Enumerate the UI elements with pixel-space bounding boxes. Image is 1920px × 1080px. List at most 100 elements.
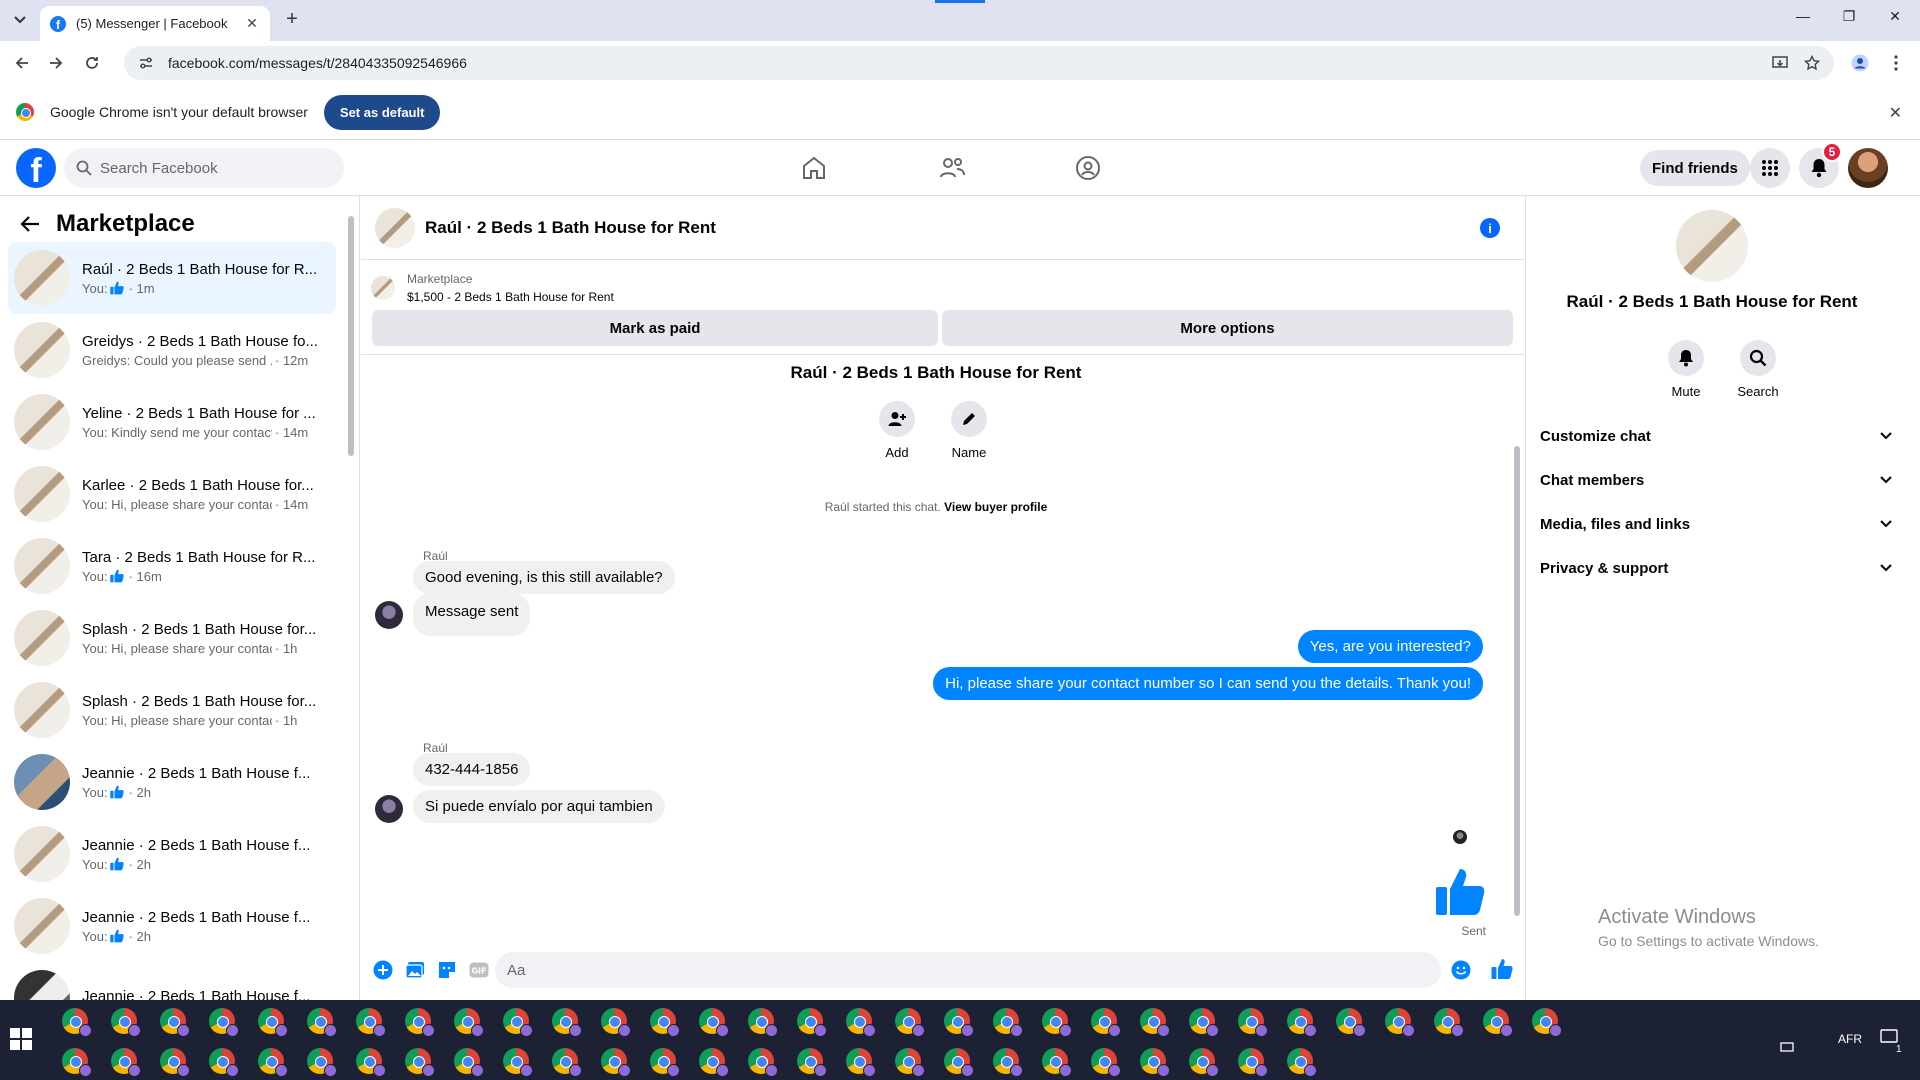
chrome-taskbar-icon[interactable] [1140, 1008, 1170, 1037]
sent-like-icon[interactable] [1435, 865, 1485, 917]
chrome-taskbar-icon[interactable] [699, 1048, 729, 1077]
back-arrow-icon[interactable] [10, 51, 34, 75]
chrome-taskbar-icon[interactable] [1336, 1008, 1366, 1037]
conversation-item[interactable]: Jeannie · 2 Beds 1 Bath House f... [8, 962, 336, 1000]
menu-grid-icon[interactable] [1750, 148, 1790, 188]
conversation-avatar[interactable] [1676, 210, 1748, 282]
chrome-taskbar-icon[interactable] [699, 1008, 729, 1037]
chrome-taskbar-icon[interactable] [1287, 1008, 1317, 1037]
chrome-taskbar-icon[interactable] [1238, 1008, 1268, 1037]
chrome-taskbar-icon[interactable] [748, 1008, 778, 1037]
chrome-taskbar-icon[interactable] [1189, 1008, 1219, 1037]
chrome-taskbar-icon[interactable] [1385, 1008, 1415, 1037]
chrome-taskbar-icon[interactable] [1042, 1008, 1072, 1037]
chrome-taskbar-icon[interactable] [209, 1008, 239, 1037]
conversation-item[interactable]: Raúl · 2 Beds 1 Bath House for R... You: ·… [8, 242, 336, 314]
view-buyer-profile-link[interactable]: View buyer profile [944, 500, 1047, 514]
conversation-item[interactable]: Jeannie · 2 Beds 1 Bath House f... You: · … [8, 818, 336, 890]
chrome-taskbar-icon[interactable] [895, 1008, 925, 1037]
network-icon[interactable] [1780, 1040, 1794, 1054]
chrome-taskbar-icon[interactable] [258, 1008, 288, 1037]
chrome-taskbar-icon[interactable] [160, 1048, 190, 1077]
media-files-links-section[interactable]: Media, files and links [1540, 506, 1892, 542]
chrome-taskbar-icon[interactable] [405, 1048, 435, 1077]
chrome-taskbar-icon[interactable] [356, 1008, 386, 1037]
conversation-item[interactable]: Splash · 2 Beds 1 Bath House for... You: … [8, 674, 336, 746]
conversation-item[interactable]: Jeannie · 2 Beds 1 Bath House f... You: · … [8, 746, 336, 818]
back-arrow-icon[interactable] [20, 215, 40, 233]
chrome-taskbar-icon[interactable] [1483, 1008, 1513, 1037]
chrome-taskbar-icon[interactable] [62, 1008, 92, 1037]
close-window-button[interactable]: ✕ [1872, 8, 1918, 25]
chrome-taskbar-icon[interactable] [1287, 1048, 1317, 1077]
chrome-taskbar-icon[interactable] [1238, 1048, 1268, 1077]
chrome-taskbar-icon[interactable] [111, 1008, 141, 1037]
chat-avatar[interactable] [375, 207, 415, 248]
outgoing-message[interactable]: Yes, are you interested? [1297, 630, 1483, 663]
windows-start-icon[interactable] [10, 1028, 34, 1052]
chrome-taskbar-icon[interactable] [1091, 1008, 1121, 1037]
chrome-taskbar-icon[interactable] [1140, 1048, 1170, 1077]
chrome-taskbar-icon[interactable] [405, 1008, 435, 1037]
plus-circle-icon[interactable] [373, 960, 393, 980]
chrome-taskbar-icon[interactable] [209, 1048, 239, 1077]
chrome-taskbar-icon[interactable] [503, 1008, 533, 1037]
chrome-menu-icon[interactable] [1884, 51, 1908, 75]
gif-icon[interactable]: GIF [469, 960, 489, 980]
tab-search-chevron-icon[interactable] [8, 8, 32, 32]
chrome-taskbar-icon[interactable] [307, 1008, 337, 1037]
chrome-taskbar-icon[interactable] [356, 1048, 386, 1077]
chrome-taskbar-icon[interactable] [454, 1008, 484, 1037]
chrome-taskbar-icon[interactable] [993, 1048, 1023, 1077]
find-friends-button[interactable]: Find friends [1640, 150, 1750, 186]
chrome-taskbar-icon[interactable] [797, 1008, 827, 1037]
chrome-taskbar-icon[interactable] [895, 1048, 925, 1077]
privacy-support-section[interactable]: Privacy & support [1540, 550, 1892, 586]
account-avatar[interactable] [1848, 148, 1888, 188]
chat-members-section[interactable]: Chat members [1540, 462, 1892, 498]
incoming-message[interactable]: Si puede envíalo por aqui tambien [413, 790, 665, 823]
chrome-taskbar-icon[interactable] [650, 1048, 680, 1077]
listing-card[interactable]: Marketplace $1,500 - 2 Beds 1 Bath House… [371, 268, 1511, 308]
chrome-taskbar-icon[interactable] [503, 1048, 533, 1077]
conversation-item[interactable]: Karlee · 2 Beds 1 Bath House for... You: … [8, 458, 336, 530]
sidebar-scroll-thumb[interactable] [348, 216, 354, 456]
info-icon[interactable]: i [1480, 218, 1500, 238]
conversation-item[interactable]: Yeline · 2 Beds 1 Bath House for ... You:… [8, 386, 336, 458]
chrome-taskbar-icon[interactable] [748, 1048, 778, 1077]
chat-scroll-thumb[interactable] [1514, 446, 1520, 916]
chrome-taskbar-icon[interactable] [944, 1008, 974, 1037]
chrome-taskbar-icon[interactable] [307, 1048, 337, 1077]
sender-avatar[interactable] [375, 795, 403, 823]
edit-name-button[interactable]: Name [939, 401, 999, 460]
chat-scrollbar[interactable] [1511, 356, 1523, 930]
chrome-taskbar-icon[interactable] [552, 1048, 582, 1077]
chrome-taskbar-icon[interactable] [993, 1008, 1023, 1037]
chrome-taskbar-icon[interactable] [650, 1008, 680, 1037]
conversation-item[interactable]: Splash · 2 Beds 1 Bath House for... You: … [8, 602, 336, 674]
sticker-icon[interactable] [437, 960, 457, 980]
chrome-taskbar-icon[interactable] [1189, 1048, 1219, 1077]
chrome-taskbar-icon[interactable] [846, 1008, 876, 1037]
bookmark-star-icon[interactable] [1800, 51, 1824, 75]
tab-close-icon[interactable]: ✕ [244, 15, 260, 32]
incoming-message[interactable]: Message sent [413, 593, 531, 636]
forward-arrow-icon[interactable] [44, 51, 68, 75]
chrome-taskbar-icon[interactable] [601, 1048, 631, 1077]
new-tab-button[interactable]: + [280, 8, 304, 31]
chrome-taskbar-icon[interactable] [160, 1008, 190, 1037]
chrome-taskbar-icon[interactable] [797, 1048, 827, 1077]
chrome-taskbar-icon[interactable] [1434, 1008, 1464, 1037]
minimize-button[interactable]: — [1780, 8, 1826, 24]
chrome-taskbar-icon[interactable] [62, 1048, 92, 1077]
conversation-item[interactable]: Tara · 2 Beds 1 Bath House for R... You: ·… [8, 530, 336, 602]
mark-as-paid-button[interactable]: Mark as paid [372, 310, 938, 346]
chrome-taskbar-icon[interactable] [552, 1008, 582, 1037]
friends-icon[interactable] [936, 152, 968, 184]
chrome-taskbar-icon[interactable] [258, 1048, 288, 1077]
search-in-conversation-button[interactable]: Search [1728, 340, 1788, 399]
chrome-taskbar-icon[interactable] [454, 1048, 484, 1077]
chrome-taskbar-icon[interactable] [846, 1048, 876, 1077]
groups-icon[interactable] [1072, 152, 1104, 184]
chrome-taskbar-icon[interactable] [1091, 1048, 1121, 1077]
